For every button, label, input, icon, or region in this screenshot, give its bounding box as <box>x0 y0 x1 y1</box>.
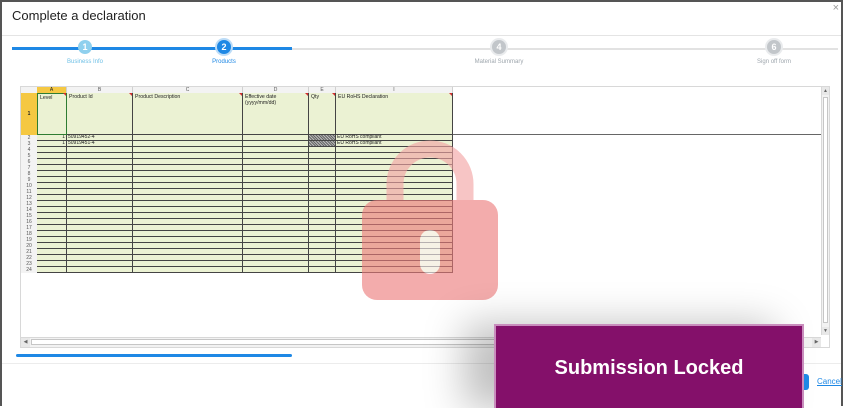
scroll-thumb[interactable] <box>823 97 828 323</box>
header-cell[interactable]: EU RoHS Declaration <box>336 93 453 135</box>
comment-indicator <box>305 93 308 96</box>
dialog-title: Complete a declaration <box>12 8 146 23</box>
step-sign-off[interactable]: 6 Sign off form <box>714 40 834 65</box>
table-cell[interactable] <box>37 267 67 273</box>
table-cell[interactable] <box>309 267 336 273</box>
step-label: Sign off form <box>757 59 791 65</box>
step-products[interactable]: 2 Products <box>164 40 284 65</box>
step-label: Business Info <box>66 59 104 65</box>
scroll-thumb[interactable] <box>31 339 511 345</box>
row-number[interactable]: 24 <box>21 267 37 273</box>
step-number: 6 <box>767 40 781 54</box>
header-cell[interactable]: Product Id <box>67 93 133 135</box>
scroll-up-icon[interactable]: ▲ <box>822 87 829 95</box>
submission-locked-banner: Submission Locked <box>494 324 804 408</box>
title-divider <box>2 35 841 36</box>
comment-indicator <box>129 93 132 96</box>
step-number: 4 <box>492 40 506 54</box>
comment-indicator <box>239 93 242 96</box>
header-cell[interactable]: Qty <box>309 93 336 135</box>
progress-stepper: 1 Business Info 2 Products 4 Material Su… <box>2 40 841 76</box>
step-material-summary[interactable]: 4 Material Summary <box>439 40 559 65</box>
step-business-info[interactable]: 1 Business Info <box>25 40 145 65</box>
table-cell[interactable] <box>133 267 243 273</box>
scroll-right-icon[interactable]: ▶ <box>812 338 821 347</box>
close-icon[interactable]: × <box>833 2 839 14</box>
scroll-progress-bar <box>16 354 292 357</box>
table-cell[interactable] <box>243 267 309 273</box>
submission-locked-text: Submission Locked <box>554 357 744 379</box>
comment-indicator <box>63 93 66 96</box>
lock-icon <box>362 140 498 300</box>
step-label: Material Summary <box>474 59 524 65</box>
submit-button[interactable] <box>804 374 809 390</box>
scroll-down-icon[interactable]: ▼ <box>822 327 829 335</box>
scroll-left-icon[interactable]: ◀ <box>21 338 30 347</box>
declaration-dialog: Complete a declaration × 1 Business Info… <box>0 0 843 408</box>
row-number[interactable]: 1 <box>21 93 37 135</box>
step-number: 2 <box>217 40 231 54</box>
comment-indicator <box>449 93 452 96</box>
step-label: Products <box>212 59 236 65</box>
vertical-scrollbar[interactable]: ▲ ▼ <box>821 87 829 335</box>
header-cell[interactable]: Level <box>37 93 67 135</box>
cancel-link[interactable]: Cancel <box>817 377 842 386</box>
comment-indicator <box>332 93 335 96</box>
table-cell[interactable] <box>67 267 133 273</box>
header-cell[interactable]: Effective date (yyyy/mm/dd) <box>243 93 309 135</box>
grid-divider <box>453 134 829 135</box>
header-cell[interactable]: Product Description <box>133 93 243 135</box>
step-number: 1 <box>78 40 92 54</box>
